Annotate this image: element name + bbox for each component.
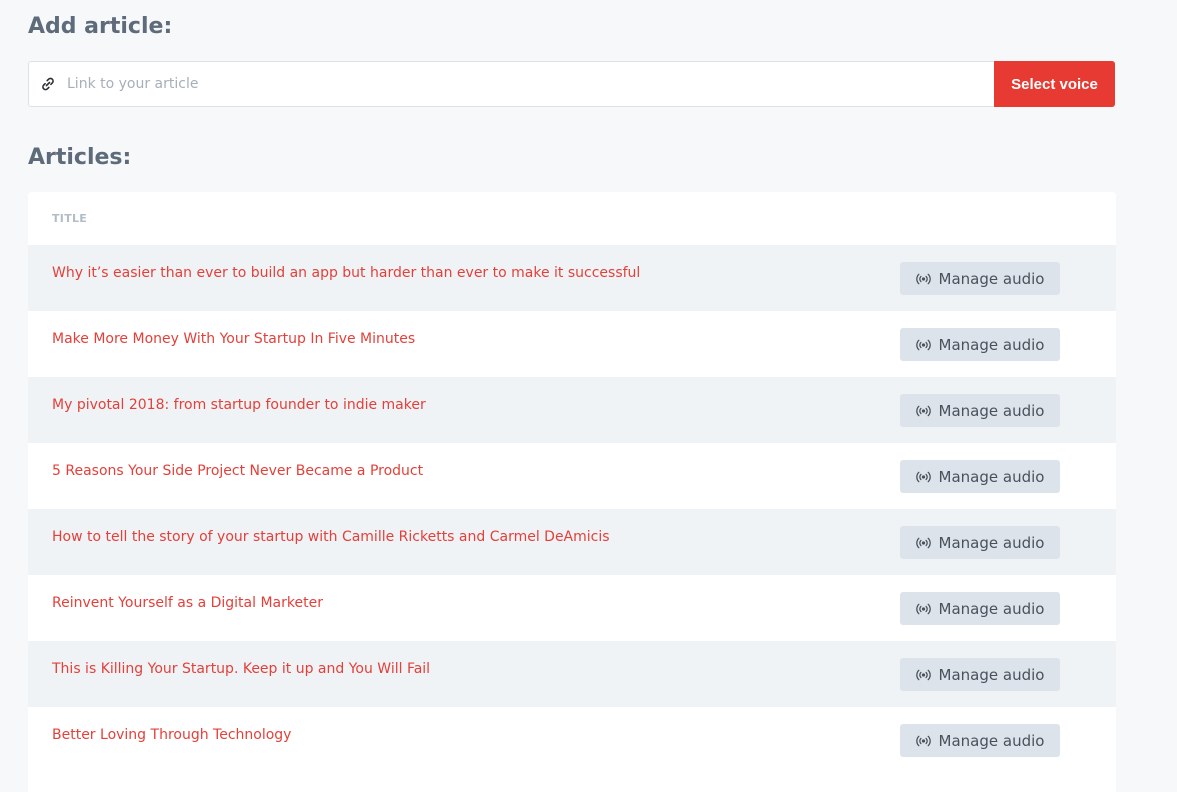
title-column-header: TITLE (52, 212, 88, 225)
broadcast-icon (915, 603, 931, 615)
article-title-link[interactable]: Better Loving Through Technology (52, 727, 291, 743)
article-link-input[interactable] (65, 63, 994, 105)
table-row: Make More Money With Your Startup In Fiv… (28, 311, 1116, 377)
article-title-link[interactable]: 5 Reasons Your Side Project Never Became… (52, 463, 423, 479)
article-title-link[interactable]: My pivotal 2018: from startup founder to… (52, 397, 426, 413)
article-title-link[interactable]: This is Killing Your Startup. Keep it up… (52, 661, 430, 677)
table-row: Why it’s easier than ever to build an ap… (28, 245, 1116, 311)
manage-audio-button[interactable]: Manage audio (900, 724, 1060, 757)
broadcast-icon (915, 669, 931, 681)
manage-audio-button[interactable]: Manage audio (900, 658, 1060, 691)
table-row: 5 Reasons Your Side Project Never Became… (28, 443, 1116, 509)
manage-audio-label: Manage audio (938, 665, 1045, 684)
table-row: How to tell the story of your startup wi… (28, 509, 1116, 575)
manage-audio-label: Manage audio (938, 731, 1045, 750)
manage-audio-label: Manage audio (938, 533, 1045, 552)
broadcast-icon (915, 471, 931, 483)
table-row: This is Killing Your Startup. Keep it up… (28, 641, 1116, 707)
table-row: Reinvent Yourself as a Digital Marketer … (28, 575, 1116, 641)
broadcast-icon (915, 405, 931, 417)
select-voice-button[interactable]: Select voice (994, 61, 1115, 107)
broadcast-icon (915, 339, 931, 351)
manage-audio-label: Manage audio (938, 335, 1045, 354)
manage-audio-label: Manage audio (938, 467, 1045, 486)
manage-audio-button[interactable]: Manage audio (900, 394, 1060, 427)
article-title-link[interactable]: How to tell the story of your startup wi… (52, 529, 610, 545)
link-icon (41, 77, 55, 91)
broadcast-icon (915, 273, 931, 285)
articles-heading: Articles: (28, 145, 132, 170)
manage-audio-button[interactable]: Manage audio (900, 328, 1060, 361)
manage-audio-button[interactable]: Manage audio (900, 262, 1060, 295)
manage-audio-button[interactable]: Manage audio (900, 460, 1060, 493)
broadcast-icon (915, 735, 931, 747)
manage-audio-label: Manage audio (938, 269, 1045, 288)
manage-audio-button[interactable]: Manage audio (900, 592, 1060, 625)
articles-list: Why it’s easier than ever to build an ap… (28, 245, 1116, 773)
article-link-field[interactable] (28, 61, 994, 107)
article-title-link[interactable]: Why it’s easier than ever to build an ap… (52, 265, 640, 281)
article-title-link[interactable]: Reinvent Yourself as a Digital Marketer (52, 595, 323, 611)
broadcast-icon (915, 537, 931, 549)
manage-audio-label: Manage audio (938, 599, 1045, 618)
article-title-link[interactable]: Make More Money With Your Startup In Fiv… (52, 331, 415, 347)
manage-audio-button[interactable]: Manage audio (900, 526, 1060, 559)
table-row: My pivotal 2018: from startup founder to… (28, 377, 1116, 443)
manage-audio-label: Manage audio (938, 401, 1045, 420)
articles-table: TITLE Why it’s easier than ever to build… (28, 192, 1116, 792)
add-article-heading: Add article: (28, 14, 173, 39)
add-article-form: Select voice (28, 61, 1115, 107)
table-row: Better Loving Through Technology Manage … (28, 707, 1116, 773)
